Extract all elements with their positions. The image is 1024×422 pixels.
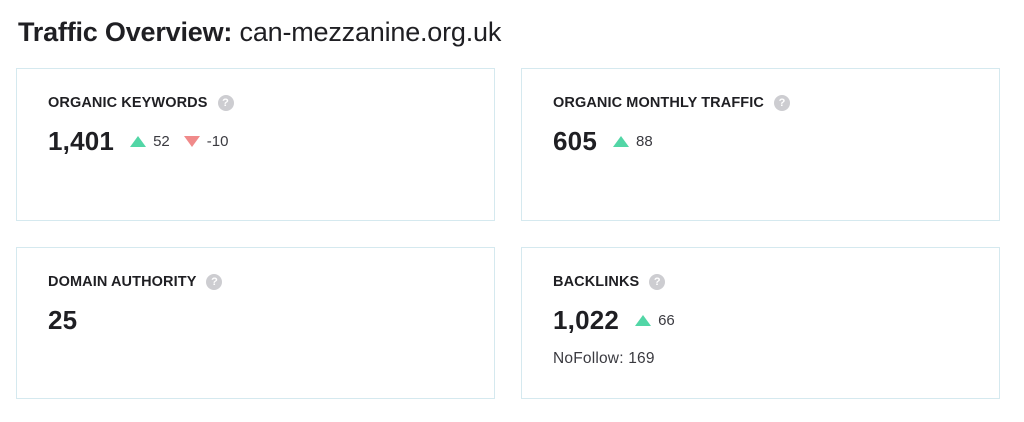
backlinks-card: BACKLINKS ? 1,022 66 NoFollow: 169 <box>521 247 1000 399</box>
backlinks-delta-up-value: 66 <box>658 311 675 329</box>
domain-authority-metric: 25 <box>48 304 77 336</box>
page-title: Traffic Overview: can-mezzanine.org.uk <box>18 14 501 50</box>
organic-monthly-traffic-metric: 605 88 <box>553 125 653 157</box>
backlinks-nofollow-label: NoFollow: <box>553 350 624 367</box>
domain-authority-header: DOMAIN AUTHORITY ? <box>48 274 223 290</box>
domain-authority-value: 25 <box>48 305 78 335</box>
domain-authority-label: DOMAIN AUTHORITY <box>48 274 197 290</box>
backlinks-label: BACKLINKS <box>553 274 640 290</box>
triangle-down-icon <box>183 135 200 147</box>
organic-keywords-metric: 1,401 52 -10 <box>48 125 228 157</box>
page-title-lead: Traffic Overview: <box>18 17 233 47</box>
backlinks-value: 1,022 <box>553 305 620 335</box>
help-icon[interactable]: ? <box>649 274 666 290</box>
organic-monthly-traffic-label: ORGANIC MONTHLY TRAFFIC <box>553 95 764 111</box>
organic-monthly-traffic-header: ORGANIC MONTHLY TRAFFIC ? <box>553 95 790 111</box>
triangle-up-icon <box>130 135 147 147</box>
organic-keywords-label: ORGANIC KEYWORDS <box>48 95 208 111</box>
help-icon[interactable]: ? <box>773 95 790 111</box>
domain-authority-card: DOMAIN AUTHORITY ? 25 <box>16 247 495 399</box>
organic-monthly-traffic-delta-up-value: 88 <box>635 132 653 150</box>
organic-monthly-traffic-value: 605 <box>553 126 597 156</box>
organic-keywords-delta-down: -10 <box>183 132 229 150</box>
page-title-domain: can-mezzanine.org.uk <box>239 17 502 47</box>
organic-keywords-delta-up-value: 52 <box>153 132 170 150</box>
backlinks-header: BACKLINKS ? <box>553 274 666 290</box>
organic-keywords-header: ORGANIC KEYWORDS ? <box>48 95 234 111</box>
triangle-up-icon <box>635 314 652 326</box>
organic-keywords-card: ORGANIC KEYWORDS ? 1,401 52 -10 <box>16 68 495 221</box>
organic-monthly-traffic-card: ORGANIC MONTHLY TRAFFIC ? 605 88 <box>521 68 1000 221</box>
organic-keywords-delta-up: 52 <box>130 133 170 150</box>
help-icon[interactable]: ? <box>206 274 223 290</box>
organic-monthly-traffic-delta-up: 88 <box>612 132 653 150</box>
backlinks-nofollow: NoFollow: 169 <box>553 350 655 368</box>
organic-keywords-value: 1,401 <box>48 126 115 156</box>
organic-keywords-delta-down-value: -10 <box>206 132 229 150</box>
backlinks-metric: 1,022 66 <box>553 304 675 336</box>
triangle-up-icon <box>612 135 629 147</box>
backlinks-delta-up: 66 <box>635 312 675 329</box>
backlinks-nofollow-value: 169 <box>628 350 655 367</box>
help-icon[interactable]: ? <box>217 95 234 111</box>
